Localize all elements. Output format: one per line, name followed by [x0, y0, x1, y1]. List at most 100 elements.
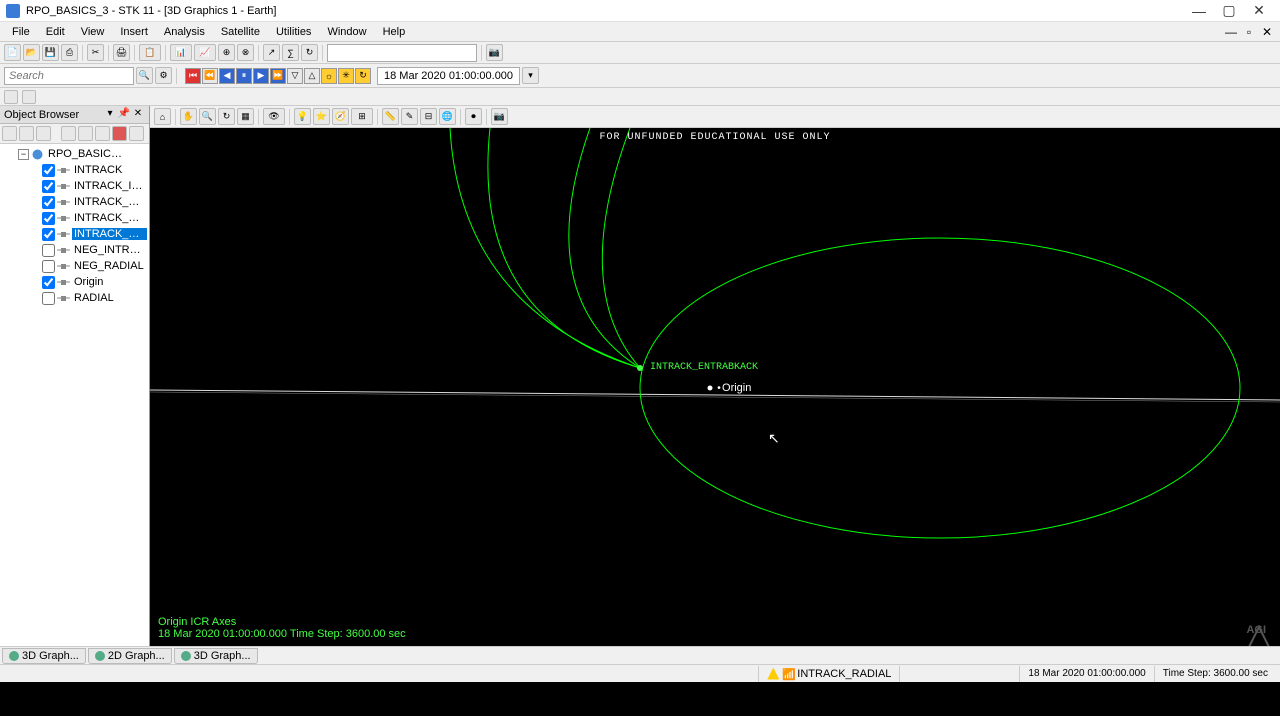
tab-2d[interactable]: 2D Graph... — [88, 648, 172, 664]
ob-delete-button[interactable] — [112, 126, 127, 141]
panel-pin-button[interactable]: 📌 — [117, 108, 131, 122]
time-xrealtime-button[interactable]: ✳ — [338, 68, 354, 84]
vp-globe-button[interactable]: 🌐 — [439, 108, 456, 125]
ob-more-button[interactable] — [129, 126, 144, 141]
vp-star-button[interactable]: ⭐ — [313, 108, 330, 125]
menu-insert[interactable]: Insert — [112, 24, 156, 40]
tree-checkbox[interactable] — [42, 244, 55, 257]
tree-item[interactable]: INTRACK_RADI... — [2, 226, 147, 242]
tree-item[interactable]: NEG_RADIAL — [2, 258, 147, 274]
tree-checkbox[interactable] — [42, 260, 55, 273]
ob-copy-button[interactable] — [78, 126, 93, 141]
tab-3d-1[interactable]: 3D Graph... — [2, 648, 86, 664]
ob-properties-button[interactable] — [36, 126, 51, 141]
tree-item[interactable]: INTRACK — [2, 162, 147, 178]
tree-item[interactable]: NEG_INTRACK — [2, 242, 147, 258]
time-play-button[interactable]: ▶ — [253, 68, 269, 84]
tree-root[interactable]: − RPO_BASICS_3 — [2, 146, 147, 162]
tree-item[interactable]: INTRACK_INTR... — [2, 178, 147, 194]
vp-view-button[interactable]: 👁 — [263, 108, 285, 125]
open-button[interactable]: 📂 — [23, 44, 40, 61]
search-input[interactable] — [4, 67, 134, 85]
snapshot-button[interactable]: 📷 — [486, 44, 503, 61]
vp-lighting-button[interactable]: 💡 — [294, 108, 311, 125]
time-pause-button[interactable]: ⏸ — [236, 68, 252, 84]
aux-button-2[interactable] — [22, 90, 36, 104]
tree-item[interactable]: INTRACK_NEGR... — [2, 210, 147, 226]
paste-button[interactable]: 📋 — [139, 44, 161, 61]
tree-checkbox[interactable] — [42, 276, 55, 289]
tree-item[interactable]: RADIAL — [2, 290, 147, 306]
time-slower-button[interactable]: ▽ — [287, 68, 303, 84]
vp-select-button[interactable]: ▦ — [237, 108, 254, 125]
menu-utilities[interactable]: Utilities — [268, 24, 319, 40]
object-tree[interactable]: − RPO_BASICS_3 INTRACK INTRACK_INTR... I… — [0, 144, 149, 646]
tree-checkbox[interactable] — [42, 164, 55, 177]
object-dropdown[interactable] — [327, 44, 477, 62]
vector-button[interactable]: ↗ — [263, 44, 280, 61]
mdi-restore-button[interactable]: ▫ — [1240, 25, 1258, 39]
time-display[interactable]: 18 Mar 2020 01:00:00.000 — [377, 67, 520, 85]
new-button[interactable]: 📄 — [4, 44, 21, 61]
ob-new-button[interactable] — [2, 126, 17, 141]
tree-item[interactable]: Origin — [2, 274, 147, 290]
report-button[interactable]: 📊 — [170, 44, 192, 61]
vp-zoom-button[interactable]: 🔍 — [199, 108, 216, 125]
vp-scale-button[interactable]: ⊟ — [420, 108, 437, 125]
mdi-minimize-button[interactable]: — — [1222, 25, 1240, 39]
time-dropdown-button[interactable]: ▾ — [522, 67, 539, 84]
panel-close-button[interactable]: ✕ — [131, 108, 145, 122]
time-realtime-button[interactable]: ☼ — [321, 68, 337, 84]
menu-window[interactable]: Window — [319, 24, 374, 40]
minimize-button[interactable]: — — [1184, 1, 1214, 21]
graph-button[interactable]: 📈 — [194, 44, 216, 61]
tree-checkbox[interactable] — [42, 228, 55, 241]
time-stepback-button[interactable]: ⏪ — [202, 68, 218, 84]
mdi-close-button[interactable]: ✕ — [1258, 25, 1276, 39]
vp-record-button[interactable]: ⏺ — [465, 108, 482, 125]
search-settings-button[interactable]: ⚙ — [155, 67, 172, 84]
print-button[interactable]: 🖨 — [113, 44, 130, 61]
time-reset-button[interactable]: ⏮ — [185, 68, 201, 84]
menu-edit[interactable]: Edit — [38, 24, 73, 40]
vp-home-button[interactable]: ⌂ — [154, 108, 171, 125]
access-button[interactable]: ⊕ — [218, 44, 235, 61]
coverage-button[interactable]: ⊗ — [237, 44, 254, 61]
time-loop-button[interactable]: ↻ — [355, 68, 371, 84]
tree-checkbox[interactable] — [42, 292, 55, 305]
vp-rotate-button[interactable]: ↻ — [218, 108, 235, 125]
tree-checkbox[interactable] — [42, 180, 55, 193]
menu-view[interactable]: View — [73, 24, 113, 40]
vp-compass-button[interactable]: 🧭 — [332, 108, 349, 125]
calc-button[interactable]: ∑ — [282, 44, 299, 61]
cut-button[interactable]: ✂ — [87, 44, 104, 61]
tree-checkbox[interactable] — [42, 212, 55, 225]
aux-button-1[interactable] — [4, 90, 18, 104]
time-stepfwd-button[interactable]: ⏩ — [270, 68, 286, 84]
vp-measure-button[interactable]: 📏 — [382, 108, 399, 125]
close-button[interactable]: ✕ — [1244, 1, 1274, 21]
tree-item[interactable]: INTRACK_NEGI... — [2, 194, 147, 210]
menu-file[interactable]: File — [4, 24, 38, 40]
menu-help[interactable]: Help — [375, 24, 414, 40]
ob-insert-button[interactable] — [19, 126, 34, 141]
search-button[interactable]: 🔍 — [136, 67, 153, 84]
menu-satellite[interactable]: Satellite — [213, 24, 268, 40]
vp-pan-button[interactable]: ✋ — [180, 108, 197, 125]
save-all-button[interactable]: ⎙ — [61, 44, 78, 61]
panel-dropdown-button[interactable]: ▾ — [103, 108, 117, 122]
3d-viewport[interactable]: FOR UNFUNDED EDUCATIONAL USE ONLY INTRAC… — [150, 128, 1280, 646]
ob-paste-button[interactable] — [95, 126, 110, 141]
ob-cut-button[interactable] — [61, 126, 76, 141]
vp-annotate-button[interactable]: ✎ — [401, 108, 418, 125]
tab-3d-2[interactable]: 3D Graph... — [174, 648, 258, 664]
menu-analysis[interactable]: Analysis — [156, 24, 213, 40]
maximize-button[interactable]: ▢ — [1214, 1, 1244, 21]
vp-snapshot-button[interactable]: 📷 — [491, 108, 508, 125]
time-faster-button[interactable]: △ — [304, 68, 320, 84]
tree-checkbox[interactable] — [42, 196, 55, 209]
time-playback-button[interactable]: ◀ — [219, 68, 235, 84]
vp-grid-button[interactable]: ⊞ — [351, 108, 373, 125]
save-button[interactable]: 💾 — [42, 44, 59, 61]
tree-expand-icon[interactable]: − — [18, 149, 29, 160]
